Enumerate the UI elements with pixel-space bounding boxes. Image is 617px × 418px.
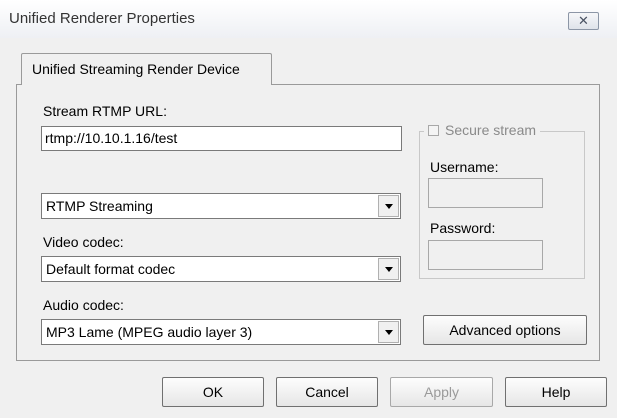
protocol-value: RTMP Streaming [46,198,153,214]
stream-url-value: rtmp://10.10.1.16/test [45,130,178,146]
audio-codec-select[interactable]: MP3 Lame (MPEG audio layer 3) [41,319,401,345]
tab-label: Unified Streaming Render Device [32,61,240,77]
username-label: Username: [430,159,499,175]
audio-codec-label: Audio codec: [43,297,124,313]
username-input[interactable] [428,178,543,208]
stream-url-label: Stream RTMP URL: [43,103,167,119]
chevron-down-icon[interactable] [378,321,399,343]
chevron-down-icon[interactable] [378,195,399,217]
help-button[interactable]: Help [505,377,607,407]
password-input[interactable] [428,240,543,270]
protocol-select[interactable]: RTMP Streaming [41,193,401,219]
apply-button[interactable]: Apply [390,377,493,407]
chevron-down-icon[interactable] [378,258,399,280]
checkbox-icon[interactable] [428,124,439,136]
title-bar: Unified Renderer Properties ✕ [0,0,617,38]
password-label: Password: [430,220,496,236]
ok-button[interactable]: OK [162,377,264,407]
secure-stream-label: Secure stream [445,122,537,138]
tab-unified-streaming-render-device[interactable]: Unified Streaming Render Device [21,53,272,85]
secure-stream-checkbox[interactable]: Secure stream [424,122,541,138]
video-codec-value: Default format codec [46,261,176,277]
video-codec-label: Video codec: [43,234,124,250]
close-button[interactable]: ✕ [568,12,599,30]
close-icon: ✕ [578,13,589,28]
video-codec-select[interactable]: Default format codec [41,256,401,282]
advanced-options-button[interactable]: Advanced options [423,315,587,345]
stream-url-input[interactable]: rtmp://10.10.1.16/test [41,126,402,151]
audio-codec-value: MP3 Lame (MPEG audio layer 3) [46,324,253,340]
window-title: Unified Renderer Properties [9,10,195,27]
cancel-button[interactable]: Cancel [276,377,378,407]
